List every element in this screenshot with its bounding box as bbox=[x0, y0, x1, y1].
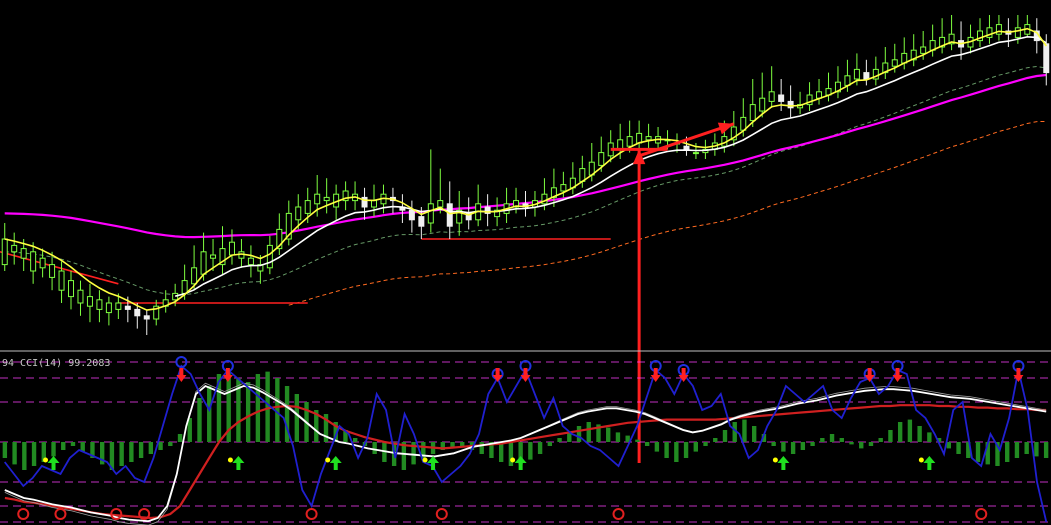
candle-body bbox=[58, 270, 65, 291]
candle-body bbox=[11, 244, 18, 253]
candle-body bbox=[787, 100, 794, 109]
oversold-circle bbox=[305, 508, 318, 520]
candle-body bbox=[39, 257, 46, 269]
candle-body bbox=[266, 244, 273, 269]
buy-arrow bbox=[427, 456, 440, 470]
candle-body bbox=[228, 241, 235, 256]
candle-body bbox=[920, 46, 927, 54]
candle-body bbox=[20, 248, 27, 259]
candle-body bbox=[134, 308, 141, 317]
candle-body bbox=[77, 289, 84, 304]
candle-body bbox=[446, 203, 453, 227]
oversold-circle bbox=[54, 508, 67, 520]
candle-body bbox=[200, 251, 207, 275]
yellow-dot bbox=[422, 457, 428, 463]
candle-body bbox=[853, 68, 860, 80]
candle-body bbox=[210, 254, 217, 259]
candle-body bbox=[124, 305, 131, 310]
yellow-dot bbox=[510, 457, 516, 463]
oversold-circle bbox=[975, 508, 988, 520]
candle-body bbox=[181, 280, 188, 294]
candle-body bbox=[1, 238, 8, 266]
white-mid-ma bbox=[175, 35, 1047, 297]
candle-body bbox=[105, 302, 112, 314]
candle-body bbox=[172, 292, 179, 301]
forex-chart: 94 CCI(14) 99.2083 bbox=[0, 15, 1051, 525]
price-panel bbox=[0, 15, 1050, 463]
candle-body bbox=[96, 299, 103, 310]
candle-body bbox=[427, 203, 434, 224]
candle-body bbox=[304, 200, 311, 214]
candle-body bbox=[191, 267, 198, 285]
candle-body bbox=[143, 315, 150, 320]
candle-body bbox=[863, 72, 870, 80]
candle-body bbox=[778, 94, 785, 102]
buy-arrow bbox=[329, 456, 342, 470]
thin-grey-line bbox=[4, 382, 1047, 525]
green-dashed-band bbox=[4, 65, 1047, 296]
candle-body bbox=[626, 136, 633, 147]
candle-body bbox=[247, 257, 254, 266]
buy-arrow bbox=[232, 456, 245, 470]
oversold-circle bbox=[612, 508, 625, 520]
oversold-circle bbox=[435, 508, 448, 520]
candle-body bbox=[692, 152, 699, 155]
yellow-dot bbox=[772, 457, 778, 463]
candle-body bbox=[295, 206, 302, 221]
candle-body bbox=[68, 280, 75, 298]
oscillator-legend: 94 CCI(14) 99.2083 bbox=[2, 358, 110, 369]
yellow-dot bbox=[43, 457, 49, 463]
candle-body bbox=[636, 132, 643, 144]
candle-body bbox=[437, 200, 444, 208]
buy-arrow bbox=[923, 456, 936, 470]
candle-body bbox=[759, 97, 766, 112]
buy-arrow bbox=[514, 456, 527, 470]
buy-arrow bbox=[777, 456, 790, 470]
candle-body bbox=[768, 91, 775, 102]
candle-body bbox=[645, 136, 652, 141]
candle-body bbox=[371, 200, 378, 208]
candle-body bbox=[683, 145, 690, 150]
oscillator-panel bbox=[0, 356, 1051, 525]
red-trailing-stop bbox=[0, 238, 611, 304]
buy-arrow bbox=[47, 456, 60, 470]
candle-body bbox=[560, 184, 567, 192]
candle-body bbox=[115, 302, 122, 310]
candle-body bbox=[749, 104, 756, 122]
candle-body bbox=[49, 264, 56, 278]
candle-body bbox=[995, 24, 1002, 35]
candle-body bbox=[86, 296, 93, 307]
candle-body bbox=[30, 251, 37, 272]
candle-body bbox=[314, 193, 321, 205]
annotation-arrow-head bbox=[632, 149, 646, 165]
candle-body bbox=[598, 152, 605, 166]
yellow-dot bbox=[918, 457, 924, 463]
yellow-dot bbox=[325, 457, 331, 463]
candle-body bbox=[418, 216, 425, 227]
yellow-dot bbox=[227, 457, 233, 463]
candle-body bbox=[1043, 43, 1050, 74]
oversold-circle bbox=[17, 508, 30, 520]
candle-body bbox=[891, 59, 898, 67]
candle-body bbox=[323, 196, 330, 202]
candle-body bbox=[1014, 27, 1021, 38]
red-signal-line bbox=[4, 404, 1047, 520]
candle-body bbox=[408, 209, 415, 221]
